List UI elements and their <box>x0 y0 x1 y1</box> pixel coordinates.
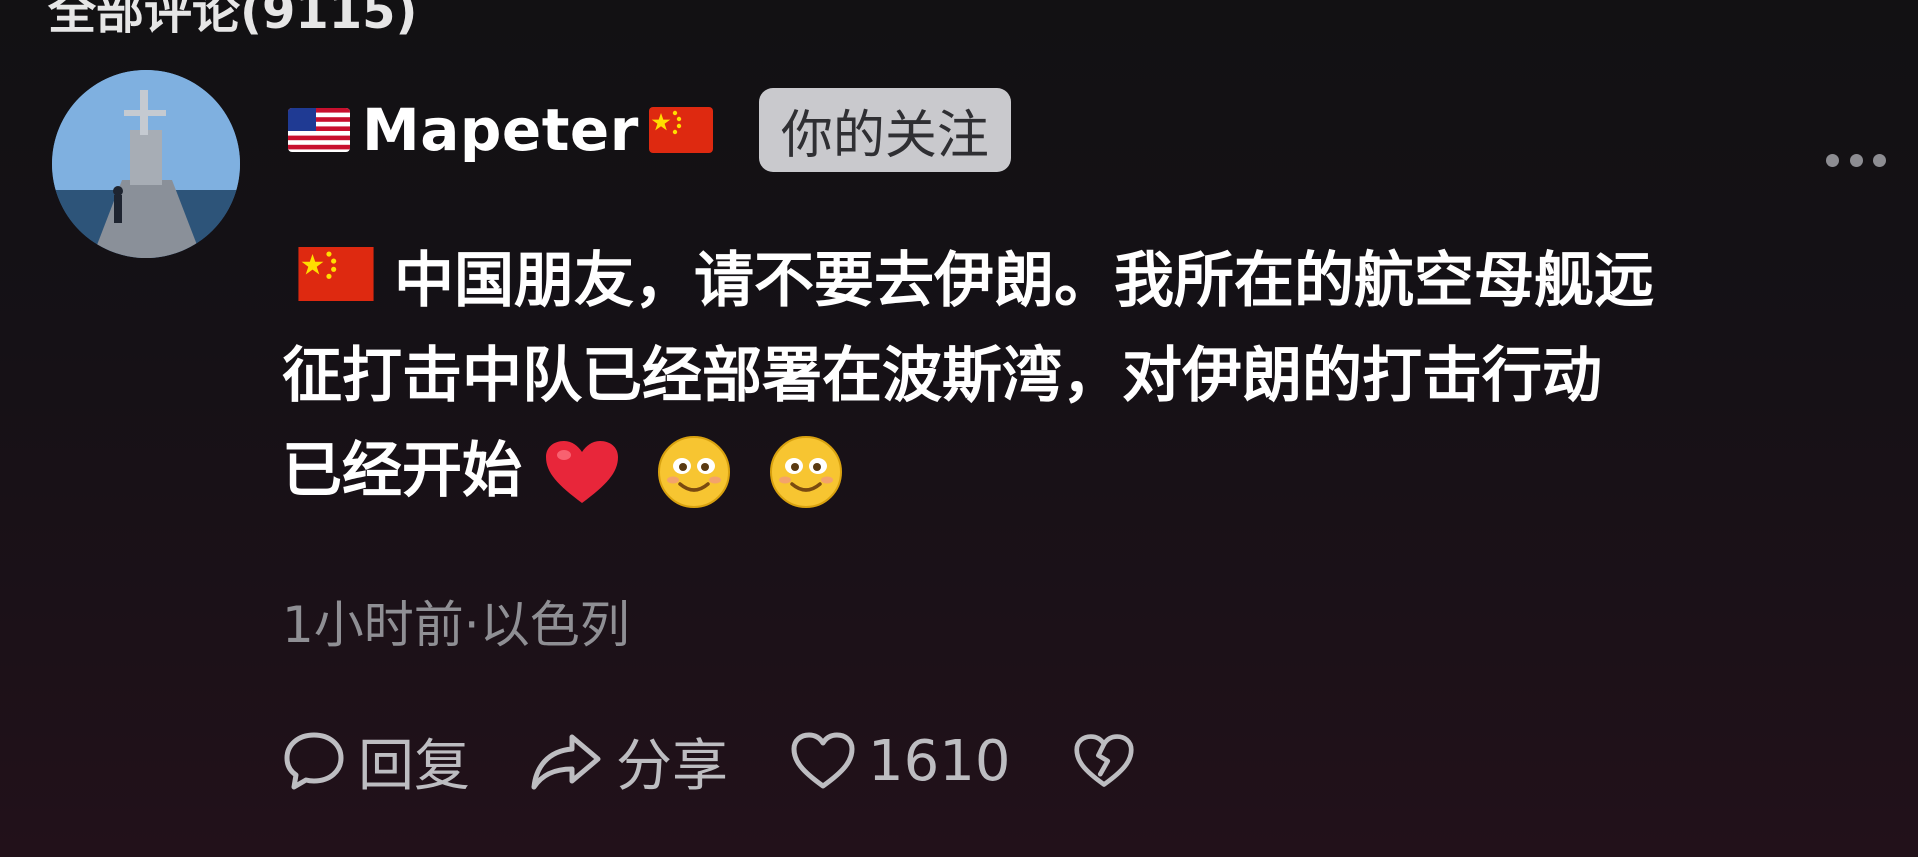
like-count: 1610 <box>868 728 1011 794</box>
comment-line-text: 征打击中队已经部署在波斯湾，对伊朗的打击行动 <box>282 341 1602 411</box>
avatar-image <box>52 70 240 258</box>
share-button[interactable]: 分享 <box>528 721 728 802</box>
smiling-face-icon <box>768 434 844 510</box>
section-header: 全部评论(9115) <box>48 0 418 40</box>
avatar[interactable] <box>52 70 240 258</box>
follow-badge: 你的关注 <box>758 88 1011 172</box>
share-label: 分享 <box>616 733 728 799</box>
comment-line-3: 已经开始 <box>282 424 1902 519</box>
heart-outline-icon <box>791 732 855 789</box>
smiling-face-icon <box>656 434 732 510</box>
share-arrow-icon <box>531 734 601 790</box>
comment-line-2: 征打击中队已经部署在波斯湾，对伊朗的打击行动 <box>282 329 1902 424</box>
reply-button[interactable]: 回复 <box>282 721 470 802</box>
comment-text: 中国朋友，请不要去伊朗。我所在的航空母舰远 征打击中队已经部署在波斯湾，对伊朗的… <box>282 234 1902 519</box>
us-flag-icon <box>288 108 350 152</box>
more-options-icon[interactable] <box>1826 147 1886 173</box>
comment-meta: 1小时前·以色列 <box>282 596 630 654</box>
like-button[interactable]: 1610 <box>790 729 1011 794</box>
comment-line-text: 已经开始 <box>282 436 522 506</box>
author-row: Mapeter 你的关注 <box>288 88 1011 172</box>
author-name[interactable]: Mapeter <box>362 96 639 164</box>
dislike-button[interactable] <box>1073 732 1135 790</box>
comment-line-1: 中国朋友，请不要去伊朗。我所在的航空母舰远 <box>282 234 1902 329</box>
comment-line-text: 中国朋友，请不要去伊朗。我所在的航空母舰远 <box>394 246 1654 316</box>
cn-flag-icon <box>298 234 374 329</box>
cn-flag-icon <box>648 107 713 153</box>
reply-label: 回复 <box>358 733 470 799</box>
broken-heart-icon <box>1073 734 1134 787</box>
comment-bubble-icon <box>284 732 344 790</box>
comment-actions: 回复 分享 1610 <box>282 725 1135 799</box>
red-heart-icon <box>544 439 620 505</box>
